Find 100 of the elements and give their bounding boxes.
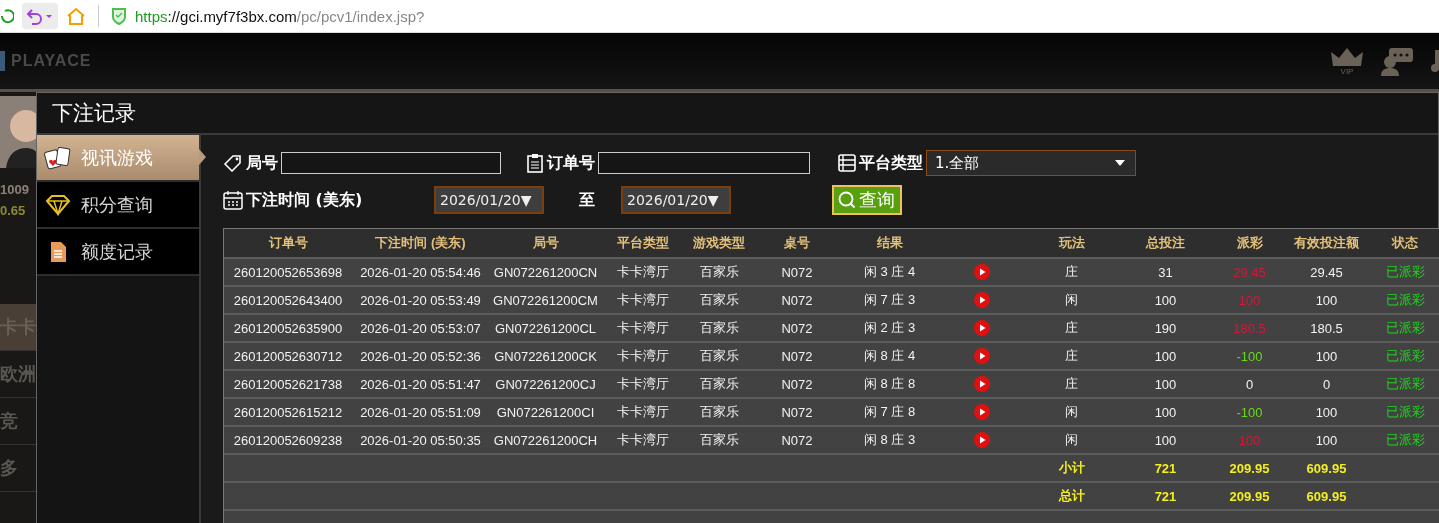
logo: PLAYACE — [11, 52, 92, 70]
table-cell: N072 — [781, 432, 813, 448]
column-header: 玩法 — [1057, 234, 1086, 252]
start-date-field[interactable]: 2026/01/20▼ — [434, 186, 544, 214]
table-cell: 庄 — [1065, 347, 1078, 365]
table-cell: 闲 — [1065, 403, 1078, 421]
table-cell: GN072261200CL — [494, 320, 597, 336]
play-icon[interactable] — [973, 404, 990, 420]
summary-cell: 209.95 — [1229, 460, 1270, 476]
column-header: 总投注 — [1144, 234, 1186, 252]
logo-mark — [0, 51, 5, 71]
round-label: 局号 — [246, 152, 278, 174]
tag-icon — [223, 154, 243, 172]
table-cell: 100 — [1154, 376, 1177, 392]
bet-time-label: 下注时间 (美东) — [246, 189, 363, 211]
play-icon[interactable] — [973, 264, 990, 280]
chat-icon[interactable] — [1379, 46, 1415, 76]
table-cell: 闲 8 庄 4 — [863, 347, 916, 365]
column-header: 游戏类型 — [692, 234, 746, 252]
play-icon[interactable] — [973, 292, 990, 308]
order-field[interactable] — [598, 152, 810, 174]
play-icon[interactable] — [973, 320, 990, 336]
table-cell: 已派彩 — [1385, 263, 1425, 281]
table-cell: 2026-01-20 05:53:49 — [360, 292, 481, 308]
table-cell: 百家乐 — [699, 431, 739, 449]
table-cell: 100 — [1315, 432, 1338, 448]
table-cell: 闲 — [1065, 431, 1078, 449]
dropdown-arrow-icon — [1115, 160, 1125, 166]
list-icon — [838, 153, 856, 173]
table-cell: N072 — [781, 404, 813, 420]
table-cell: 闲 8 庄 3 — [863, 431, 916, 449]
sidebar-item[interactable]: 额度记录 — [37, 229, 199, 276]
table-cell: 190 — [1154, 320, 1177, 336]
table-cell: 闲 3 庄 4 — [863, 263, 916, 281]
reload-icon[interactable] — [0, 7, 14, 25]
table-cell: 卡卡湾厅 — [617, 403, 669, 421]
table-cell: 260120052621738 — [233, 376, 343, 392]
table-cell: -100 — [1236, 404, 1263, 420]
table-cell: 闲 8 庄 8 — [863, 375, 916, 393]
table-cell: 180.5 — [1310, 320, 1343, 336]
column-header: 桌号 — [783, 234, 811, 252]
shield-icon — [111, 7, 127, 25]
table-cell: 100 — [1238, 432, 1261, 448]
platform-select[interactable]: 1.全部 — [926, 150, 1136, 176]
back-button[interactable] — [22, 3, 58, 29]
column-header: 状态 — [1390, 234, 1419, 252]
column-header: 平台类型 — [616, 234, 670, 252]
table-cell: 100 — [1315, 348, 1338, 364]
table-cell: 2026-01-20 05:50:35 — [360, 432, 481, 448]
table-cell: N072 — [781, 320, 813, 336]
table-cell: 庄 — [1065, 375, 1078, 393]
summary-cell: 总计 — [1058, 487, 1085, 505]
column-header: 局号 — [531, 234, 560, 252]
table-cell: 已派彩 — [1385, 375, 1425, 393]
table-cell: 180.5 — [1233, 320, 1266, 336]
table-cell: -100 — [1236, 348, 1263, 364]
order-label: 订单号 — [547, 152, 595, 174]
balance-text: 1009 — [0, 182, 30, 197]
table-cell: 31 — [1158, 264, 1173, 280]
table-cell: 2026-01-20 05:51:47 — [360, 376, 481, 392]
table-cell: 卡卡湾厅 — [617, 431, 669, 449]
table-cell: 260120052653698 — [233, 264, 343, 280]
table-cell: GN072261200CM — [493, 292, 598, 308]
calendar-icon — [223, 190, 243, 210]
table-cell: 2026-01-20 05:53:07 — [360, 320, 481, 336]
table-cell: 29.45 — [1310, 264, 1343, 280]
table-cell: 卡卡湾厅 — [617, 375, 669, 393]
play-icon[interactable] — [973, 376, 990, 392]
end-date-field[interactable]: 2026/01/20▼ — [621, 186, 731, 214]
platform-label: 平台类型 — [859, 152, 923, 174]
query-button[interactable]: 查询 — [832, 185, 902, 215]
table-cell: 260120052615212 — [233, 404, 343, 420]
table-cell: N072 — [781, 348, 813, 364]
play-icon[interactable] — [973, 348, 990, 364]
table-cell: GN072261200CI — [496, 404, 595, 420]
table-cell: 百家乐 — [699, 403, 739, 421]
table-cell: 260120052609238 — [233, 432, 343, 448]
play-icon[interactable] — [973, 432, 990, 448]
sidebar-item[interactable]: 积分查询 — [37, 182, 199, 229]
round-field[interactable] — [281, 152, 501, 174]
column-header: 下注时间 (美东) — [374, 234, 467, 252]
table-cell: 2026-01-20 05:52:36 — [360, 348, 481, 364]
table-cell: 卡卡湾厅 — [617, 291, 669, 309]
table-cell: 庄 — [1065, 319, 1078, 337]
table-cell: 闲 7 庄 3 — [863, 291, 916, 309]
table-cell: N072 — [781, 376, 813, 392]
summary-cell: 721 — [1154, 460, 1177, 476]
search-icon — [838, 191, 856, 209]
table-cell: 100 — [1315, 292, 1338, 308]
table-cell: 已派彩 — [1385, 347, 1425, 365]
table-cell: 百家乐 — [699, 319, 739, 337]
table-cell: 已派彩 — [1385, 319, 1425, 337]
table-cell: 已派彩 — [1385, 291, 1425, 309]
summary-cell: 609.95 — [1306, 460, 1347, 476]
table-cell: 100 — [1315, 404, 1338, 420]
address-bar[interactable]: https://gci.myf7f3bx.com/pc/pcv1/index.jsp? — [135, 7, 425, 25]
summary-cell: 609.95 — [1306, 488, 1347, 504]
table-cell: 2026-01-20 05:51:09 — [360, 404, 481, 420]
table-cell: 百家乐 — [699, 263, 739, 281]
table-cell: 100 — [1154, 404, 1177, 420]
